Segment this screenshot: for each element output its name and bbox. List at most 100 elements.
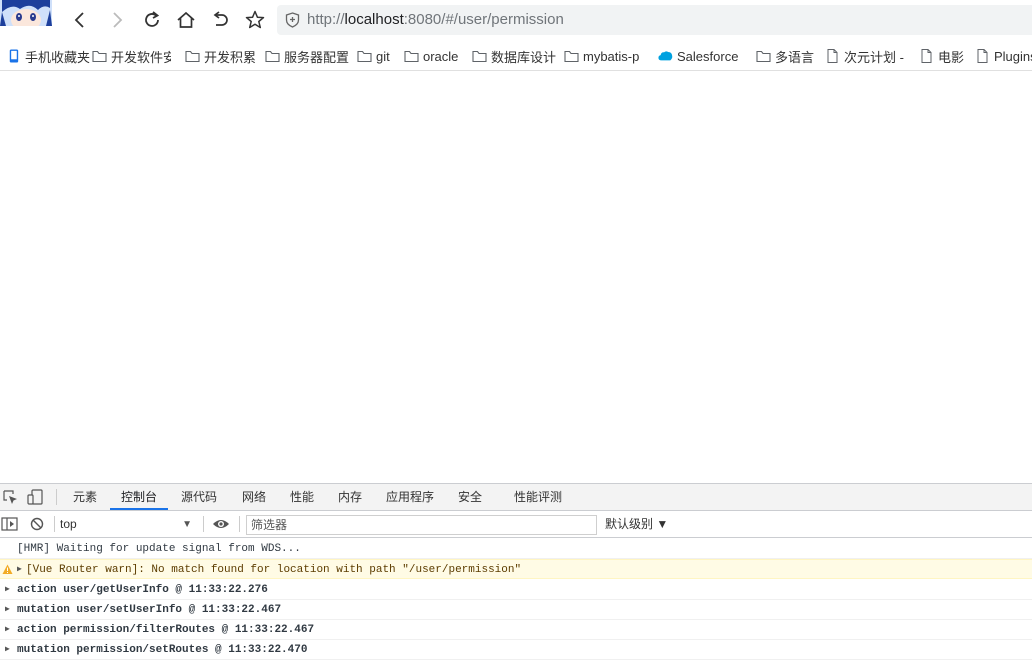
- browser-toolbar: http://localhost:8080/#/user/permission: [0, 0, 1032, 40]
- home-icon: [177, 11, 195, 28]
- forward-arrow-icon: [113, 12, 123, 28]
- tab-sources[interactable]: 源代码: [174, 484, 224, 510]
- tab-lighthouse[interactable]: 性能评测: [508, 484, 568, 510]
- address-bar[interactable]: http://localhost:8080/#/user/permission: [277, 5, 1032, 35]
- star-icon: [245, 10, 265, 29]
- toolbar-divider: [203, 516, 204, 532]
- bookmark-item[interactable]: 电影: [919, 47, 964, 65]
- bookmark-label: git: [376, 48, 390, 64]
- bookmark-label: 开发软件安: [111, 49, 171, 65]
- console-message-text: mutation user/setUserInfo @ 11:33:22.467: [17, 604, 282, 616]
- eye-icon[interactable]: [212, 516, 230, 532]
- warning-icon: [2, 564, 13, 574]
- tab-security[interactable]: 安全: [450, 484, 490, 510]
- bookmark-label: Plugins: [994, 48, 1032, 64]
- console-message-text: [HMR] Waiting for update signal from WDS…: [17, 543, 301, 555]
- console-group[interactable]: ▶ mutation user/setUserInfo @ 11:33:22.4…: [0, 600, 1032, 620]
- reload-button[interactable]: [138, 6, 166, 34]
- console-message-text: action user/getUserInfo @ 11:33:22.276: [17, 584, 268, 596]
- inspect-element-icon[interactable]: [2, 489, 20, 505]
- bookmark-star-button[interactable]: [241, 6, 269, 34]
- bookmark-label: 多语言: [775, 49, 815, 65]
- console-message: [HMR] Waiting for update signal from WDS…: [0, 539, 1032, 559]
- console-warning[interactable]: ▶ [Vue Router warn]: No match found for …: [0, 559, 1032, 579]
- bookmark-item[interactable]: 次元计划 -: [825, 47, 904, 65]
- tab-performance[interactable]: 性能: [281, 484, 323, 510]
- bookmarks-bar: 手机收藏夹 开发软件安 开发积累 服务器配置 git oracle 数据库设计 …: [0, 40, 1032, 71]
- devtools-tab-bar: 元素 控制台 源代码 网络 性能 内存 应用程序 安全 性能评测: [0, 484, 1032, 511]
- bookmark-item[interactable]: 手机收藏夹: [6, 47, 90, 65]
- tab-memory[interactable]: 内存: [329, 484, 371, 510]
- console-message-text: mutation permission/setRoutes @ 11:33:22…: [17, 644, 308, 656]
- bookmark-label: mybatis-p: [583, 48, 640, 64]
- salesforce-cloud-icon: [658, 51, 673, 61]
- console-output[interactable]: [HMR] Waiting for update signal from WDS…: [0, 539, 1032, 660]
- bookmark-folder[interactable]: git: [357, 47, 390, 65]
- bookmark-label: 手机收藏夹: [25, 49, 91, 65]
- folder-icon: [265, 50, 280, 63]
- bookmark-label: 电影: [938, 49, 965, 65]
- expand-triangle-icon[interactable]: ▶: [5, 580, 10, 600]
- bookmark-item[interactable]: Plugins: [975, 47, 1032, 65]
- bookmark-label: 次元计划 -: [844, 49, 904, 65]
- shield-icon: [285, 12, 300, 28]
- expand-triangle-icon[interactable]: ▶: [5, 600, 10, 620]
- undo-close-tab-button[interactable]: [206, 6, 234, 34]
- bookmark-folder[interactable]: 开发积累: [185, 47, 256, 65]
- forward-button[interactable]: [103, 6, 131, 34]
- console-group[interactable]: ▶ mutation permission/setRoutes @ 11:33:…: [0, 640, 1032, 660]
- devtools-panel: 元素 控制台 源代码 网络 性能 内存 应用程序 安全 性能评测 top ▼ 筛…: [0, 483, 1032, 660]
- tab-application[interactable]: 应用程序: [380, 484, 440, 510]
- back-arrow-icon: [74, 12, 84, 28]
- bookmark-label: 服务器配置: [284, 49, 350, 65]
- log-level-selector[interactable]: 默认级别 ▼: [605, 515, 668, 534]
- tab-console[interactable]: 控制台: [110, 484, 168, 510]
- console-group[interactable]: ▶ action user/getUserInfo @ 11:33:22.276: [0, 580, 1032, 600]
- console-message-text: action permission/filterRoutes @ 11:33:2…: [17, 624, 315, 636]
- page-icon: [977, 49, 988, 63]
- bookmark-folder[interactable]: 多语言: [756, 47, 814, 65]
- tab-elements[interactable]: 元素: [64, 484, 106, 510]
- back-button[interactable]: [66, 6, 94, 34]
- bookmark-label: 开发积累: [204, 49, 257, 65]
- expand-triangle-icon[interactable]: ▶: [5, 640, 10, 660]
- bookmark-label: oracle: [423, 48, 459, 64]
- toolbar-divider: [56, 489, 57, 505]
- tab-network[interactable]: 网络: [233, 484, 275, 510]
- folder-icon: [92, 50, 107, 63]
- home-button[interactable]: [172, 6, 200, 34]
- context-selector[interactable]: top ▼: [60, 515, 198, 534]
- expand-triangle-icon[interactable]: ▶: [17, 560, 22, 580]
- sidebar-toggle-icon[interactable]: [1, 516, 19, 532]
- bookmark-folder[interactable]: oracle: [404, 47, 458, 65]
- bookmark-folder[interactable]: 开发软件安: [92, 47, 171, 65]
- folder-icon: [472, 50, 487, 63]
- mobile-bookmark-icon: [9, 49, 19, 63]
- undo-icon: [213, 11, 228, 26]
- folder-icon: [756, 50, 771, 63]
- url-path: :8080/#/user/permission: [403, 11, 564, 28]
- url-scheme: http://: [307, 11, 345, 28]
- profile-avatar[interactable]: [0, 0, 52, 26]
- console-filter-bar: top ▼ 默认级别 ▼: [0, 511, 1032, 538]
- console-group[interactable]: ▶ action permission/filterRoutes @ 11:33…: [0, 620, 1032, 640]
- toolbar-divider: [54, 516, 55, 532]
- console-filter-input[interactable]: [246, 515, 597, 535]
- folder-icon: [404, 50, 419, 63]
- bookmark-folder[interactable]: mybatis-p: [564, 47, 644, 65]
- bookmark-folder[interactable]: 服务器配置: [265, 47, 349, 65]
- page-icon: [827, 49, 838, 63]
- bookmark-folder[interactable]: 数据库设计: [472, 47, 556, 65]
- dropdown-arrow-icon: ▼: [182, 519, 192, 530]
- clear-console-icon[interactable]: [29, 516, 47, 532]
- toolbar-divider: [239, 516, 240, 532]
- expand-triangle-icon[interactable]: ▶: [5, 620, 10, 640]
- folder-icon: [564, 50, 579, 63]
- device-toolbar-icon[interactable]: [27, 489, 45, 505]
- console-message-text: [Vue Router warn]: No match found for lo…: [26, 564, 522, 576]
- page-content: [0, 72, 1032, 483]
- page-icon: [921, 49, 932, 63]
- bookmark-label: Salesforce: [677, 48, 739, 64]
- bookmark-item[interactable]: Salesforce: [658, 47, 738, 65]
- reload-icon: [145, 11, 160, 27]
